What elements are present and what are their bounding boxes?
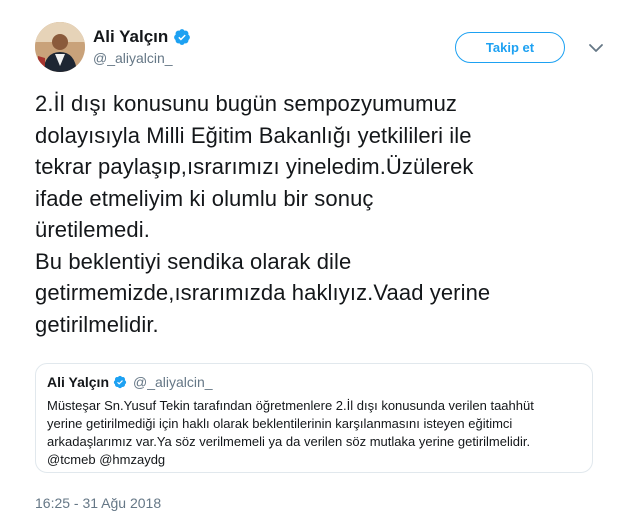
- quoted-text-line: @tcmeb @hmzaydg: [47, 452, 166, 467]
- tweet-text-line: getirmemizde,ısrarımızda haklıyız.Vaad y…: [35, 280, 491, 305]
- quoted-tweet[interactable]: Ali Yalçın @_aliyalcin_ Müsteşar Sn.Yusu…: [35, 363, 593, 473]
- tweet-text-line: dolayısıyla Milli Eğitim Bakanlığı yetki…: [35, 122, 472, 148]
- quoted-author-handle: @_aliyalcin_: [133, 374, 213, 390]
- tweet-text: 2.İl dışı konusunu bugün sempozyumumuz d…: [35, 88, 615, 340]
- tweet-text-line: Bu beklentiyi sendika olarak dile: [35, 248, 352, 274]
- quoted-tweet-text: Müsteşar Sn.Yusuf Tekin tarafından öğret…: [47, 397, 587, 469]
- quoted-text-line: Müsteşar Sn.Yusuf Tekin tarafından öğret…: [47, 398, 534, 413]
- chevron-down-icon[interactable]: [588, 40, 604, 56]
- tweet-text-line: üretilemedi.: [35, 217, 150, 242]
- quoted-author-row: Ali Yalçın @_aliyalcin_: [47, 374, 213, 390]
- avatar-image: [35, 22, 85, 72]
- avatar[interactable]: [35, 22, 85, 72]
- follow-button[interactable]: Takip et: [455, 32, 565, 63]
- tweet-text-line: 2.İl dışı konusunu bugün sempozyumumuz: [35, 91, 458, 116]
- quoted-text-line: yerine getirilmediği için haklı olarak b…: [47, 416, 513, 431]
- author-name-row: Ali Yalçın: [93, 27, 191, 47]
- quoted-text-line: arkadaşlarımız var.Ya söz verilmemeli ya…: [47, 434, 531, 449]
- quoted-author-name: Ali Yalçın: [47, 374, 109, 390]
- tweet-card: Ali Yalçın @_aliyalcin_ Takip et 2.İl dı…: [0, 0, 626, 525]
- verified-badge-icon: [113, 375, 127, 389]
- tweet-text-line: ifade etmeliyim ki olumlu bir sonuç: [35, 185, 374, 211]
- author-handle[interactable]: @_aliyalcin_: [93, 50, 173, 66]
- tweet-timestamp[interactable]: 16:25 - 31 Ağu 2018: [35, 495, 161, 511]
- tweet-text-line: getirilmelidir.: [35, 311, 159, 337]
- verified-badge-icon: [173, 28, 191, 46]
- author-name[interactable]: Ali Yalçın: [93, 27, 168, 47]
- tweet-text-line: tekrar paylaşıp,ısrarımızı yineledim.Üzü…: [35, 154, 474, 179]
